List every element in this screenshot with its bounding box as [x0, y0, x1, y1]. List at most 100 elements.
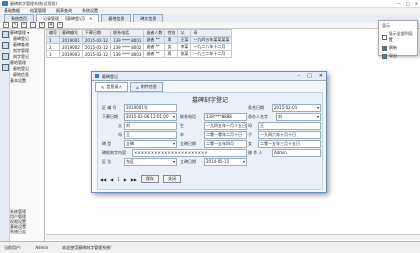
column-header[interactable]: 下葬日期: [81, 29, 112, 37]
inscription-label: 碑前刻字内容: [102, 150, 126, 155]
tab-info-entry[interactable]: ✎ 信息录入: [95, 82, 129, 92]
popup-item-label: 显示全部列设置: [388, 31, 413, 42]
popup-item-label: 导出: [389, 53, 397, 58]
father-birth-field[interactable]: 一九四五年一月十五日: [204, 122, 247, 130]
bury-date-field[interactable]: 2015-02-06 12:01:00: [124, 113, 177, 121]
stele-date-field[interactable]: 二零一五年四月: [204, 140, 247, 148]
status-hint: 欢迎使用墓碑刻字管理系统!: [62, 244, 112, 250]
checkbox-icon[interactable]: [382, 45, 387, 51]
table-row[interactable]: 1 2019001 2015-02-12 139 **** 8001 逝者 ** 男王某一…: [46, 36, 233, 44]
tab-label: 信息录入: [106, 84, 123, 89]
edit-icon[interactable]: ✎: [12, 22, 18, 28]
title-bar: 墓碑刻字管理系统(试用版) — □ ✕: [0, 0, 420, 8]
dialog-title: 墓碑登记: [102, 74, 118, 79]
tab-inscription-info[interactable]: 碑文信息: [133, 14, 164, 22]
nav-tree: 墓碑管理 ▾ 墓碑登记 墓碑查询 刻字管理 刻字登记 墓地管理 墓地登记 墓地信…: [10, 30, 29, 84]
table-row[interactable]: 2 2019002 2015-02-12 139 **** 8002 逝者 ** 女李某一…: [46, 43, 233, 51]
first-record-icon[interactable]: ◀◀: [100, 177, 106, 182]
checkbox-icon[interactable]: [382, 53, 387, 59]
column-header[interactable]: 父: [177, 29, 192, 37]
column-header[interactable]: 性别: [164, 29, 179, 37]
area-label: 区 位: [102, 159, 112, 164]
tab-cemetery-info[interactable]: 墓地信息: [101, 14, 132, 22]
tab-home-label: 系统首页: [11, 15, 27, 21]
table-row[interactable]: 3 2019003 2015-02-12 139 **** 8003 逝者 ** 男张某一…: [46, 50, 233, 58]
refresh-icon[interactable]: ↻: [39, 22, 45, 28]
table-header-row: 编号 墓碑编号 下葬日期 联系电话 逝者人数 性别 父 母: [46, 29, 233, 37]
prev-record-icon[interactable]: ◀: [110, 177, 113, 182]
stele-date-label: 立碑日期: [180, 141, 196, 146]
table-cell: 1: [46, 36, 60, 44]
app-title: 墓碑刻字管理系统(试用版): [10, 1, 58, 6]
father-field[interactable]: 刘: [124, 122, 177, 130]
phone-field[interactable]: 138****8888: [204, 113, 247, 121]
column-header[interactable]: 逝者人数: [143, 29, 166, 37]
tree-item[interactable]: 基本设置: [10, 78, 29, 84]
export-icon[interactable]: ⇩: [57, 22, 63, 28]
delete-icon[interactable]: ✕: [21, 22, 27, 28]
new-icon[interactable]: +: [3, 22, 9, 28]
last-record-icon[interactable]: ▶▶: [131, 177, 137, 182]
dialog-title-bar: 墓碑登记 – □ ✕: [92, 72, 326, 81]
toolbar: + ✎ ✕ ⌕ ↻ ▤ ⇩: [0, 22, 420, 29]
popup-title: 显示: [382, 23, 390, 28]
popup-item-show-all[interactable]: 显示全部列设置: [382, 31, 414, 43]
sidebar: 墓碑管理 ▾ 墓碑登记 墓碑查询 刻字管理 刻字登记 墓地管理 墓地登记 墓地信…: [0, 29, 45, 241]
list-item[interactable]: 系统日志: [10, 229, 26, 234]
checkbox-icon[interactable]: [382, 34, 387, 40]
popup-item-export[interactable]: 导出: [382, 53, 414, 59]
order-date-field[interactable]: 2015-02-01: [272, 104, 321, 112]
tab-record-management[interactable]: 记录管理 - 【墓碑登记】 ✕: [36, 14, 100, 22]
daughter-field[interactable]: 二零一五年三月十五日: [258, 140, 321, 148]
column-header[interactable]: 联系电话: [110, 29, 145, 37]
column-header[interactable]: 母: [190, 29, 233, 37]
column-header[interactable]: 编号: [46, 29, 60, 37]
reg-date-field[interactable]: 2014-05-15: [204, 158, 247, 166]
maximize-button[interactable]: □: [406, 1, 410, 6]
column-header[interactable]: 墓碑编号: [59, 29, 83, 37]
tab-attachment[interactable]: ⌂ 附件信息: [130, 82, 163, 92]
mother-name-label: 母: [118, 132, 122, 137]
horizontal-scrollbar[interactable]: [46, 234, 420, 240]
popup-item-refresh[interactable]: 刷新: [382, 45, 414, 51]
nav-settings-icon[interactable]: [2, 64, 9, 71]
id-field[interactable]: 2019001号: [124, 104, 177, 112]
inscription-field[interactable]: ××××××××××××××××××××××: [132, 149, 247, 157]
user-name: Admin: [35, 245, 49, 250]
count-field[interactable]: 刘: [276, 113, 321, 121]
phone-label: 联系电话: [180, 114, 196, 119]
nav-report-icon[interactable]: [2, 53, 9, 60]
mother-birth-field[interactable]: 二零一零年二月十日: [204, 131, 247, 139]
table-cell: 139 **** 8001: [110, 36, 145, 44]
mother-field[interactable]: 王: [258, 122, 321, 130]
operator-field[interactable]: Admin: [272, 149, 321, 157]
father-label: 父: [118, 123, 122, 128]
stele-field[interactable]: 立碑: [124, 140, 177, 148]
table-cell: 逝者 **: [143, 36, 166, 44]
minimize-button[interactable]: —: [397, 1, 401, 6]
nav-home-icon[interactable]: [2, 31, 9, 38]
table-cell: 逝者 **: [143, 43, 166, 51]
id-label: 区 编 号: [102, 105, 117, 110]
mother-name-field[interactable]: 王: [124, 131, 177, 139]
tab-label: 附件信息: [140, 84, 157, 89]
next-record-icon[interactable]: ▶: [124, 177, 127, 182]
nav-record-icon[interactable]: [2, 42, 9, 49]
popup-item-label: 刷新: [389, 45, 397, 50]
edit-icon: ✎: [101, 84, 105, 90]
dialog-maximize-button[interactable]: □: [307, 73, 312, 79]
status-bar: 当前用户: Admin 欢迎使用墓碑刻字管理系统!: [0, 241, 420, 253]
tab-home[interactable]: 系统首页: [4, 14, 34, 22]
dialog-minimize-button[interactable]: –: [298, 73, 301, 79]
dialog-close-button[interactable]: ✕: [319, 73, 323, 79]
close-button[interactable]: ✕: [415, 1, 418, 6]
save-button[interactable]: 保存: [141, 175, 160, 183]
table-cell: 一九二八年十二月: [190, 43, 233, 51]
son-field[interactable]: 一九四六年十月十日: [258, 131, 321, 139]
table-cell: 张某: [177, 50, 192, 58]
close-dialog-button[interactable]: 关闭: [163, 175, 182, 183]
area-field[interactable]: 东区: [124, 158, 177, 166]
print-icon[interactable]: ▤: [48, 22, 54, 28]
tab-close-icon[interactable]: ✕: [89, 16, 92, 21]
search-icon[interactable]: ⌕: [30, 22, 36, 28]
